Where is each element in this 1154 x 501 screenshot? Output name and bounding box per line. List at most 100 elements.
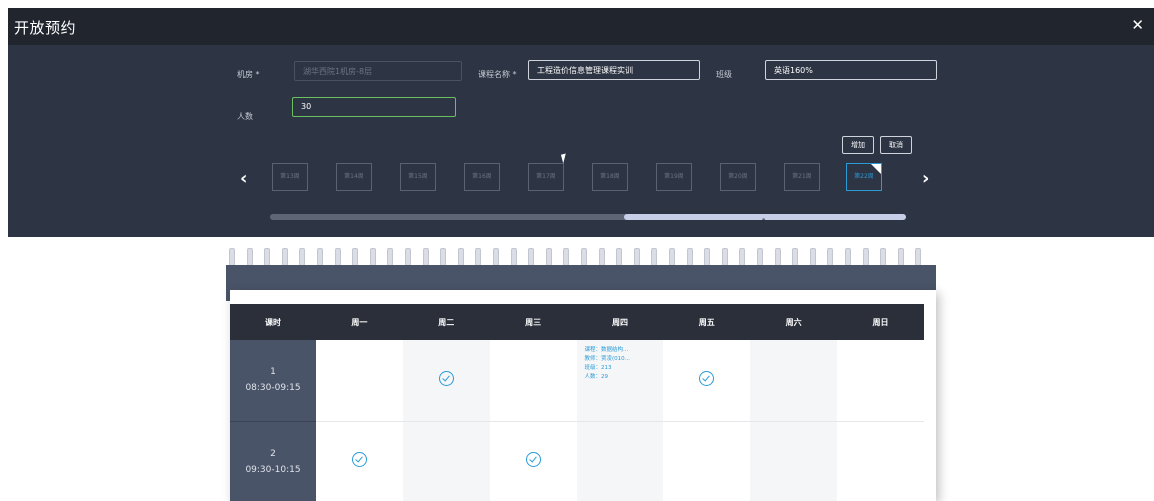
scrollbar-grip-icon: III	[762, 218, 765, 225]
slot-cell[interactable]	[837, 340, 924, 422]
spiral-ring	[387, 248, 394, 266]
booking-info: 课程：数据结构... 教师：贾凌(010... 班级：213 人数：29	[585, 346, 630, 382]
booking-count: 人数：29	[584, 374, 609, 380]
header-mon: 周一	[316, 304, 403, 340]
count-field[interactable]: 30	[292, 97, 456, 117]
spiral-ring	[757, 248, 763, 266]
spiral-ring	[827, 248, 834, 266]
week-tab[interactable]: 第18周	[592, 163, 628, 191]
check-circle-icon[interactable]	[438, 370, 454, 386]
spiral-ring	[686, 248, 693, 266]
week-tab[interactable]: 第13周	[272, 163, 308, 191]
period-cell: 1 08:30-09:15	[230, 340, 316, 422]
period-time: 09:30-10:15	[245, 464, 301, 475]
spiral-ring	[369, 248, 376, 266]
spiral-ring	[352, 248, 359, 266]
schedule-header-row: 课时 周一 周二 周三 周四 周五 周六 周日	[230, 304, 924, 340]
slot-cell[interactable]	[316, 421, 403, 501]
slot-cell[interactable]	[750, 340, 838, 422]
period-cell: 2 09:30-10:15	[230, 421, 316, 501]
spiral-ring	[405, 248, 411, 266]
count-label: 人数	[237, 112, 253, 121]
course-name-field[interactable]: 工程造价信息管理课程实训	[528, 60, 700, 80]
spiral-ring	[264, 248, 271, 266]
course-name-label: 课程名称 *	[478, 70, 517, 79]
spiral-ring	[809, 248, 816, 266]
period-number: 2	[270, 448, 276, 459]
week-tab[interactable]: 第21周	[784, 163, 820, 191]
table-row: 2 09:30-10:15	[230, 421, 924, 501]
spiral-ring	[774, 248, 781, 266]
spiral-ring	[246, 248, 253, 266]
dialog-title: 开放预约	[14, 19, 77, 37]
slot-cell[interactable]	[489, 340, 577, 422]
week-tab[interactable]: 第20周	[720, 163, 756, 191]
slot-cell[interactable]	[663, 421, 751, 501]
prev-week-icon[interactable]: ‹	[240, 168, 247, 189]
slot-cell[interactable]	[316, 340, 403, 422]
cancel-button[interactable]: 取消	[880, 136, 912, 154]
check-circle-icon[interactable]	[699, 370, 715, 386]
slot-cell[interactable]	[489, 421, 577, 501]
slot-cell[interactable]	[750, 421, 838, 501]
spiral-ring	[299, 248, 306, 266]
spiral-ring	[616, 248, 623, 266]
spiral-ring	[651, 248, 658, 266]
slot-cell[interactable]	[837, 421, 924, 501]
spiral-ring	[792, 248, 799, 266]
mouse-cursor-icon	[560, 153, 569, 164]
spiral-ring	[281, 248, 288, 266]
slot-cell[interactable]	[663, 340, 751, 422]
spiral-ring	[510, 248, 517, 266]
header-sun: 周日	[837, 304, 924, 340]
table-row: 1 08:30-09:15 课程：数据结构... 教师：贾凌(010... 班级…	[230, 340, 924, 422]
room-field: 湖华西院1机房-8层	[294, 61, 462, 81]
spiral-ring	[475, 248, 482, 266]
check-circle-icon[interactable]	[525, 452, 541, 467]
booking-course: 课程：数据结构...	[584, 347, 629, 353]
spiral-ring	[493, 248, 499, 266]
spiral-ring	[457, 248, 464, 266]
app-root: 开放预约 ✕ 机房 * 湖华西院1机房-8层 课程名称 * 工程造价信息管理课程…	[0, 0, 1154, 501]
spiral-ring	[704, 248, 711, 266]
period-number: 1	[270, 367, 276, 378]
spiral-ring	[317, 248, 323, 266]
header-fri: 周五	[663, 304, 751, 340]
check-circle-icon[interactable]	[351, 452, 367, 467]
week-tab[interactable]: 第14周	[336, 163, 372, 191]
week-tab[interactable]: 第15周	[400, 163, 436, 191]
header-thu: 周四	[576, 304, 664, 340]
slot-cell[interactable]	[576, 421, 664, 501]
week-tab[interactable]: 第17周	[528, 163, 564, 191]
spiral-ring	[633, 248, 640, 266]
booking-teacher: 教师：贾凌(010...	[584, 356, 630, 362]
spiral-ring	[563, 248, 570, 266]
booked-slot-cell[interactable]: 课程：数据结构... 教师：贾凌(010... 班级：213 人数：29	[576, 340, 664, 422]
spiral-ring	[440, 248, 447, 266]
period-time: 08:30-09:15	[245, 383, 301, 394]
week-tab[interactable]: 第19周	[656, 163, 692, 191]
slot-cell[interactable]	[402, 340, 490, 422]
next-week-icon[interactable]: ›	[922, 168, 929, 189]
class-label: 班级	[716, 70, 732, 79]
spiral-ring	[669, 248, 675, 266]
booking-class: 班级：213	[584, 365, 612, 371]
dialog-titlebar: 开放预约 ✕	[8, 8, 1154, 45]
spiral-ring	[229, 248, 235, 266]
week-tab-active[interactable]: 第22周	[846, 163, 882, 191]
close-icon[interactable]: ✕	[1131, 16, 1144, 34]
add-button[interactable]: 增加	[842, 136, 874, 154]
open-reservation-dialog: 开放预约 ✕ 机房 * 湖华西院1机房-8层 课程名称 * 工程造价信息管理课程…	[8, 8, 1154, 237]
spiral-ring	[739, 248, 746, 266]
spiral-ring	[334, 248, 341, 266]
spiral-ring	[528, 248, 535, 266]
week-tab[interactable]: 第16周	[464, 163, 500, 191]
spiral-ring	[845, 248, 851, 266]
spiral-ring	[545, 248, 552, 266]
class-field[interactable]: 英语160%	[765, 60, 937, 80]
spiral-ring	[598, 248, 605, 266]
week-scrollbar-thumb[interactable]	[624, 214, 906, 220]
spiral-ring	[915, 248, 922, 266]
calendar-spiral-binding	[229, 248, 933, 266]
slot-cell[interactable]	[402, 421, 490, 501]
